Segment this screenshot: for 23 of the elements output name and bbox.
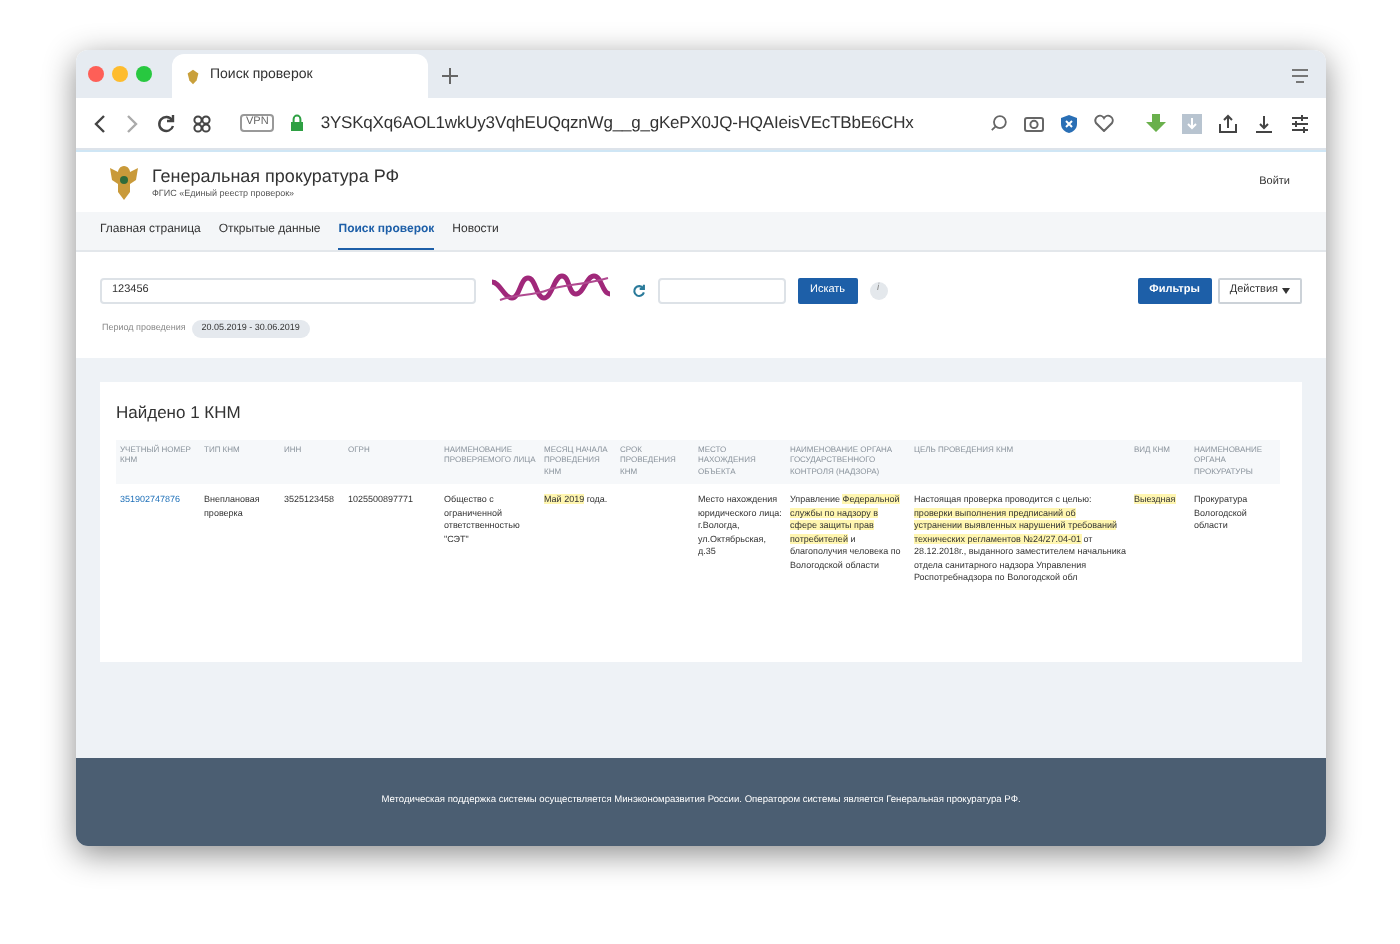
download-arrow-icon[interactable] [1146,113,1166,133]
results-title: Найдено 1 КНМ [116,399,243,425]
downloads-icon[interactable] [1254,113,1274,133]
menu-icon[interactable] [1290,68,1310,84]
shield-icon[interactable] [1060,113,1078,133]
site-title: Генеральная прокуратура РФ [152,165,400,187]
caret-icon [1282,287,1290,293]
captcha-input[interactable] [658,277,786,303]
lock-icon [290,114,305,132]
refresh-icon[interactable] [632,283,646,297]
grid-icon[interactable] [192,113,212,133]
reload-icon[interactable] [156,113,176,133]
settings-sliders-icon[interactable] [1290,113,1310,133]
address-bar[interactable]: 3YSKqXq6AOL1wkUy3VqhEUQqznWg__g_gKePX0JQ-HQAIeisVEcTBbE6CHx [320,110,914,136]
eagle-emblem-icon [108,162,140,202]
back-icon[interactable] [92,113,108,133]
heart-icon[interactable] [1094,114,1114,132]
camera-icon[interactable] [1024,114,1044,132]
search-icon[interactable] [990,114,1008,132]
new-tab-icon[interactable] [440,66,460,86]
share-icon[interactable] [1218,113,1238,133]
close-window-button[interactable] [88,66,104,82]
emblem-icon [184,67,202,85]
